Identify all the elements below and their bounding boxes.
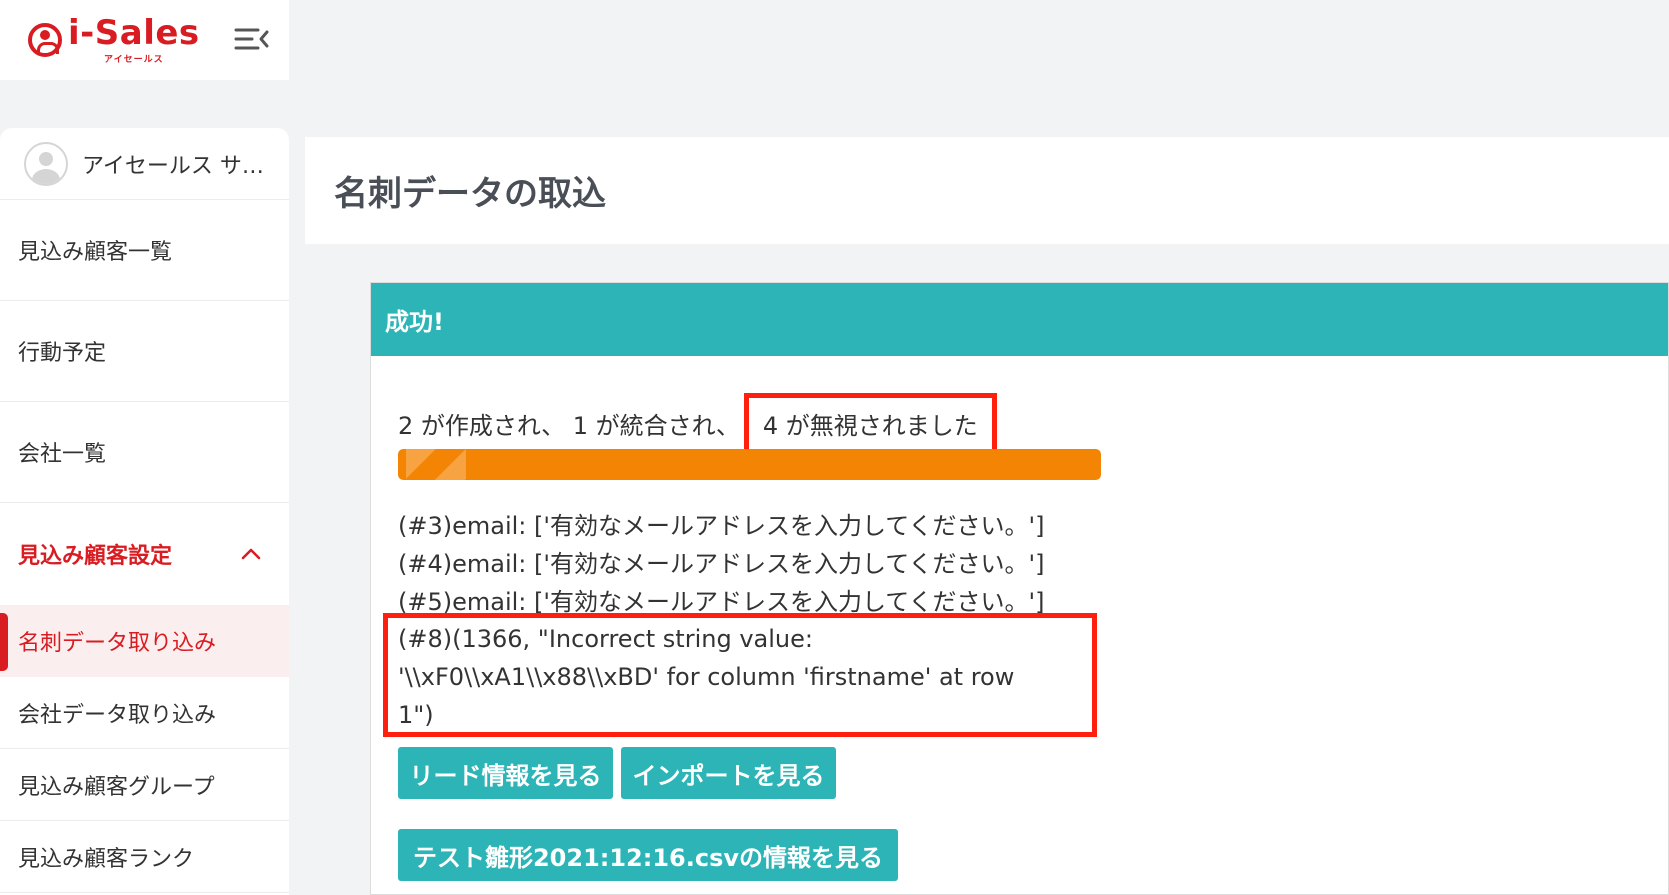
page-title: 名刺データの取込 <box>334 174 606 214</box>
error-line: (#4)email: ['有効なメールアドレスを入力してください。'] <box>398 550 1045 578</box>
sidebar-item-card-import[interactable]: 名刺データ取り込み <box>0 605 289 677</box>
error-highlight-line: '\\xF0\\xA1\\x88\\xBD' for column 'first… <box>398 663 1015 691</box>
i-sales-logo[interactable]: i-Sales アイセールス <box>28 16 200 65</box>
sidebar-item-lead-ranks[interactable]: 見込み顧客ランク <box>0 821 289 893</box>
logo-brand-text: i-Sales <box>68 12 200 53</box>
sidebar-item-schedule[interactable]: 行動予定 <box>0 301 289 402</box>
logo-subtext: アイセールス <box>104 54 164 65</box>
summary-ignored-highlight: 4 が無視されました <box>743 393 997 454</box>
view-leads-button[interactable]: リード情報を見る <box>398 747 613 799</box>
page-header: 名刺データの取込 <box>305 137 1669 244</box>
sidebar-item-company-import[interactable]: 会社データ取り込み <box>0 677 289 749</box>
view-import-button[interactable]: インポートを見る <box>621 747 836 799</box>
avatar-icon <box>24 141 68 186</box>
progress-bar <box>398 449 1101 480</box>
chevron-up-icon <box>241 548 261 560</box>
view-file-info-button[interactable]: テスト雛形2021:12:16.csvの情報を見る <box>398 829 898 881</box>
error-highlight-text: (#8)(1366, "Incorrect string value: '\\x… <box>398 620 1058 734</box>
result-summary: 2 が作成され、 1 が統合され、 4 が無視されました <box>398 393 997 454</box>
sidebar-item-companies[interactable]: 会社一覧 <box>0 402 289 503</box>
person-icon <box>28 23 62 57</box>
error-list: (#3)email: ['有効なメールアドレスを入力してください。'] (#4)… <box>398 507 1098 621</box>
progress-fill <box>398 449 1101 480</box>
error-highlight-line: (#8)(1366, "Incorrect string value: <box>398 625 813 653</box>
import-result-panel: 成功! 2 が作成され、 1 が統合され、 4 が無視されました (#3)ema… <box>370 282 1669 895</box>
sidebar-item-lead-groups[interactable]: 見込み顧客グループ <box>0 749 289 821</box>
error-highlight-line: 1") <box>398 701 434 729</box>
menu-collapse-icon[interactable] <box>234 24 270 54</box>
sidebar-section-label: 見込み顧客設定 <box>18 544 173 569</box>
sidebar: アイセールス サ… 見込み顧客一覧 行動予定 会社一覧 見込み顧客設定 名刺デー… <box>0 128 289 895</box>
logo-textwrap: i-Sales アイセールス <box>68 16 200 65</box>
summary-main: 2 が作成され、 1 が統合され、 <box>398 412 740 440</box>
error-line: (#3)email: ['有効なメールアドレスを入力してください。'] <box>398 512 1045 540</box>
user-profile[interactable]: アイセールス サ… <box>0 128 289 200</box>
sidebar-section-lead-settings[interactable]: 見込み顧客設定 <box>0 503 289 605</box>
result-header: 成功! <box>371 283 1668 356</box>
sidebar-item-leads[interactable]: 見込み顧客一覧 <box>0 200 289 301</box>
user-name: アイセールス サ… <box>82 153 264 179</box>
logo-area: i-Sales アイセールス <box>0 0 289 80</box>
